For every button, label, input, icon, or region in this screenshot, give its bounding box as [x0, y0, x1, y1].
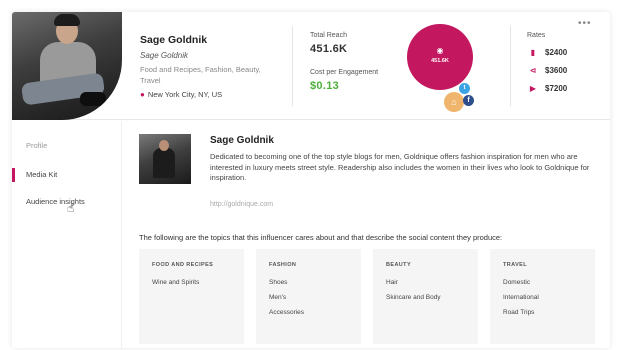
- rate-value: $7200: [545, 84, 568, 93]
- topic-title: FOOD AND RECIPES: [152, 262, 214, 268]
- rates-title: Rates: [527, 32, 546, 39]
- sidebar-item-media-kit[interactable]: Media Kit: [12, 168, 121, 182]
- bookmark-icon: ▮: [530, 48, 536, 57]
- topic-item: Road Trips: [503, 309, 535, 316]
- instagram-icon: ◉: [436, 46, 444, 55]
- divider: [510, 26, 511, 106]
- topic-card-beauty: BEAUTY Hair Skincare and Body: [373, 249, 478, 344]
- profile-categories: Food and Recipes, Fashion, Beauty, Trave…: [140, 65, 261, 85]
- profile-handle: Sage Goldnik: [140, 51, 189, 60]
- share-icon: ⊲: [529, 66, 537, 75]
- profile-name: Sage Goldnik: [140, 34, 208, 46]
- rates-block: Rates ▮ $2400 ⊲ $3600 ▶ $7200: [527, 32, 567, 93]
- topic-card-travel: TRAVEL Domestic International Road Trips: [490, 249, 595, 344]
- media-kit-bio: Dedicated to becoming one of the top sty…: [210, 152, 590, 182]
- topic-item: Men's: [269, 294, 287, 301]
- website-link[interactable]: http://goldnique.com: [210, 201, 273, 208]
- facebook-icon[interactable]: f: [463, 95, 474, 106]
- influencer-profile-window: Sage Goldnik Sage Goldnik Food and Recip…: [12, 12, 610, 348]
- topic-item: Hair: [386, 279, 398, 286]
- total-reach-label: Total Reach: [310, 32, 347, 39]
- profile-location: ● New York City, NY, US: [140, 90, 280, 99]
- media-kit-name: Sage Goldnik: [210, 135, 274, 146]
- profile-header: Sage Goldnik Sage Goldnik Food and Recip…: [12, 12, 610, 120]
- home-icon[interactable]: ⌂: [444, 92, 464, 112]
- rate-row: ▶ $7200: [527, 84, 567, 93]
- rate-row: ⊲ $3600: [527, 66, 568, 75]
- twitter-icon[interactable]: t: [459, 83, 470, 94]
- rate-row: ▮ $2400: [527, 48, 567, 57]
- total-reach-value: 451.6K: [310, 43, 348, 55]
- more-options-icon[interactable]: •••: [578, 18, 592, 29]
- topic-cards: FOOD AND RECIPES Wine and Spirits FASHIO…: [139, 249, 595, 344]
- topic-item: Accessories: [269, 309, 305, 316]
- profile-info: Sage Goldnik Sage Goldnik Food and Recip…: [140, 34, 280, 99]
- topic-item: International: [503, 294, 539, 301]
- topic-item: Skincare and Body: [386, 294, 441, 301]
- topics-intro: The following are the topics that this i…: [139, 233, 503, 242]
- sidebar-item-profile[interactable]: Profile: [12, 139, 121, 153]
- rate-value: $2400: [545, 48, 568, 57]
- topic-card-fashion: FASHION Shoes Men's Accessories: [256, 249, 361, 344]
- divider: [292, 26, 293, 106]
- media-kit-panel: Sage Goldnik Dedicated to becoming one o…: [136, 121, 610, 348]
- profile-hero-photo: [12, 12, 122, 120]
- rate-value: $3600: [545, 66, 568, 75]
- topic-item: Wine and Spirits: [152, 279, 200, 286]
- topic-item: Domestic: [503, 279, 531, 286]
- hand-cursor-icon: ☝: [67, 201, 75, 215]
- instagram-reach-bubble[interactable]: ◉ 451.6K: [407, 24, 473, 90]
- instagram-reach-value: 451.6K: [431, 58, 449, 64]
- topic-title: TRAVEL: [503, 262, 527, 268]
- sidebar-nav: Profile Media Kit Audience insights ☝: [12, 121, 122, 348]
- play-icon: ▶: [529, 84, 537, 93]
- metrics-block: Total Reach 451.6K Cost per Engagement $…: [310, 32, 378, 92]
- avatar: [139, 134, 191, 184]
- cpe-label: Cost per Engagement: [310, 69, 379, 76]
- topic-title: FASHION: [269, 262, 297, 268]
- topic-card-food-and-recipes: FOOD AND RECIPES Wine and Spirits: [139, 249, 244, 344]
- location-pin-icon: ●: [140, 90, 145, 99]
- cpe-value: $0.13: [310, 80, 340, 92]
- topic-item: Shoes: [269, 279, 288, 286]
- location-text: New York City, NY, US: [147, 90, 223, 99]
- topic-title: BEAUTY: [386, 262, 412, 268]
